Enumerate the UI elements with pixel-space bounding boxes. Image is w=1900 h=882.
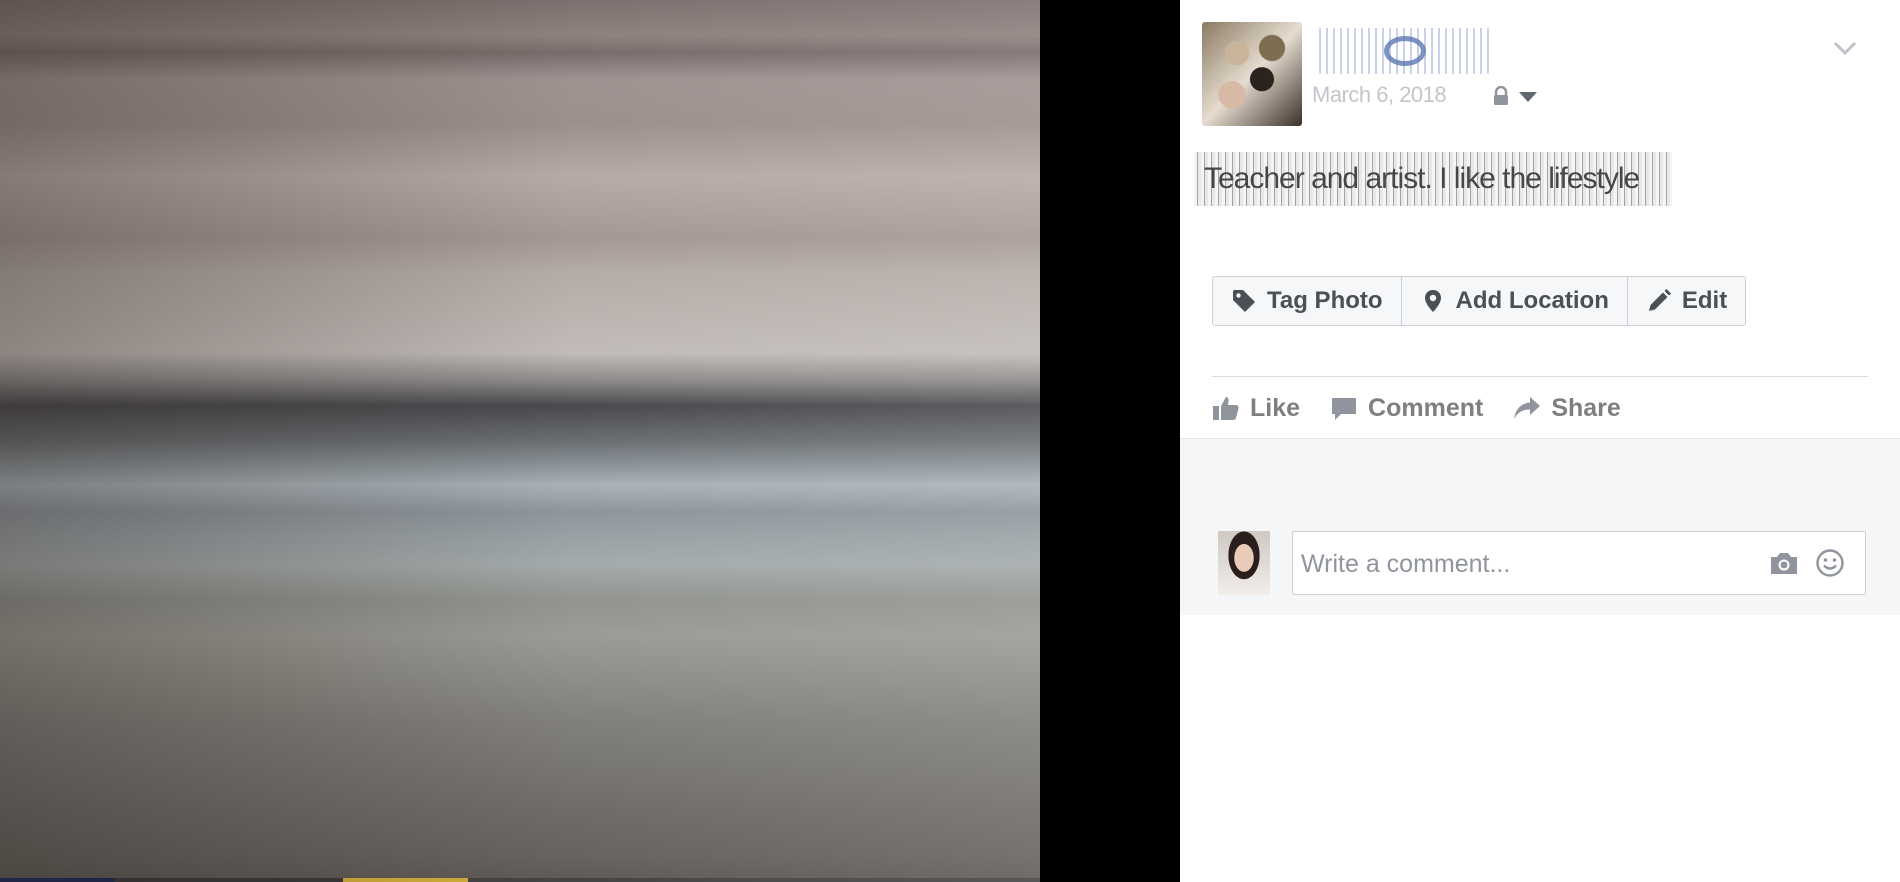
author-avatar[interactable] (1202, 22, 1302, 126)
like-button[interactable]: Like (1212, 392, 1300, 424)
add-location-label: Add Location (1455, 287, 1609, 314)
location-pin-icon (1424, 290, 1441, 312)
tag-icon (1233, 290, 1255, 312)
post-date[interactable]: March 6, 2018 (1312, 82, 1447, 108)
share-arrow-icon (1514, 397, 1541, 419)
divider (1212, 376, 1868, 377)
edit-label: Edit (1681, 287, 1728, 314)
photo-action-buttons: Tag Photo Add Location Edit (1212, 276, 1747, 326)
tag-photo-button[interactable]: Tag Photo (1213, 277, 1402, 325)
comment-label: Comment (1368, 393, 1484, 422)
photo-info-panel: March 6, 2018 Teacher and artist. I like… (1180, 0, 1900, 882)
audience-caret-icon[interactable] (1518, 90, 1538, 104)
share-button[interactable]: Share (1513, 392, 1621, 424)
chevron-down-icon[interactable] (1832, 38, 1858, 58)
comment-composer[interactable] (1292, 531, 1866, 596)
thumbs-up-icon (1213, 397, 1239, 420)
like-label: Like (1250, 393, 1301, 422)
add-location-button[interactable]: Add Location (1402, 277, 1628, 325)
pencil-icon (1648, 289, 1671, 311)
author-name-link[interactable] (1314, 28, 1494, 74)
emoji-icon[interactable] (1815, 548, 1845, 578)
comment-button[interactable]: Comment (1330, 392, 1483, 424)
reaction-bar: Like Comment Share (1212, 392, 1621, 424)
post-caption: Teacher and artist. I like the lifestyle (1194, 152, 1672, 206)
lock-icon (1494, 86, 1508, 105)
comments-section (1180, 438, 1900, 615)
camera-icon[interactable] (1769, 550, 1799, 576)
photo-bottom-strip (0, 878, 1040, 882)
comment-input[interactable] (1299, 532, 1763, 596)
current-user-avatar[interactable] (1218, 531, 1270, 595)
tag-photo-label: Tag Photo (1267, 287, 1383, 314)
share-label: Share (1551, 393, 1621, 422)
photo-viewer-image[interactable] (0, 0, 1040, 882)
comment-bubble-icon (1332, 398, 1357, 420)
edit-button[interactable]: Edit (1628, 277, 1745, 325)
